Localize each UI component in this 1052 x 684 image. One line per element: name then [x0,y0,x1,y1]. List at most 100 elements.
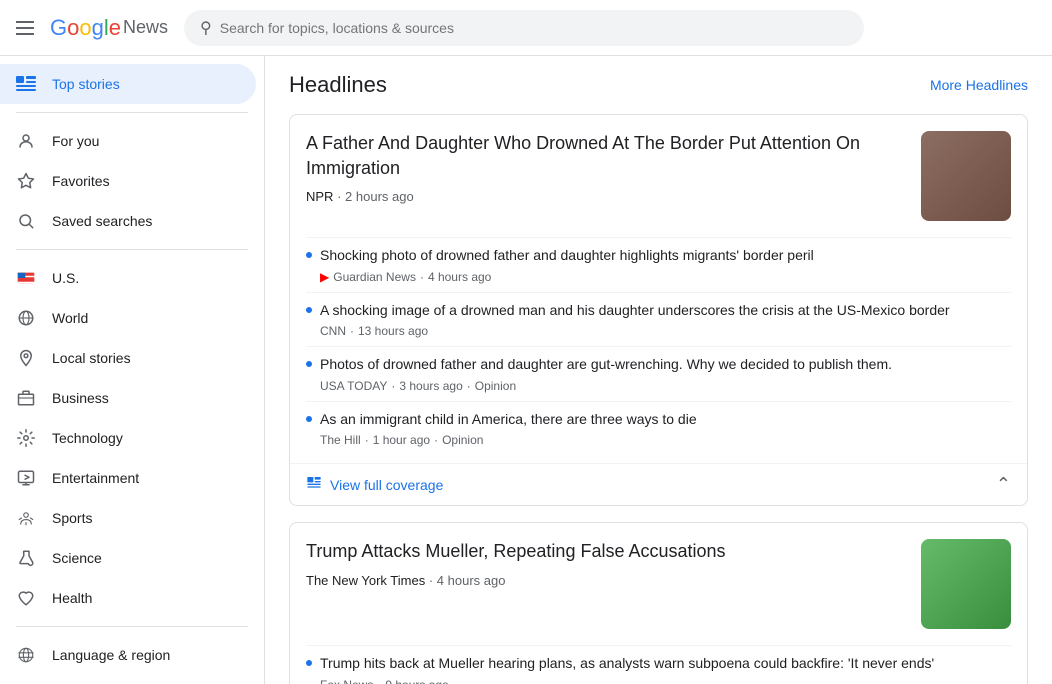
sidebar-language-label: Language & region [52,647,170,663]
menu-icon[interactable] [16,21,34,35]
sub-meta-1-1: CNN · 13 hours ago [320,324,1011,338]
search-input[interactable] [220,20,848,36]
story-meta-2: The New York Times · 4 hours ago [306,573,905,588]
sub-bullet [306,307,312,313]
story-main-2: Trump Attacks Mueller, Repeating False A… [290,523,1027,645]
top-stories-icon [16,74,36,94]
sidebar-item-technology[interactable]: Technology [0,418,256,458]
sidebar-item-health[interactable]: Health [0,578,256,618]
story-time-1: 2 hours ago [345,189,414,204]
entertainment-icon [16,468,36,488]
sub-dot-2: · [434,433,438,447]
sidebar-health-label: Health [52,590,92,606]
headlines-header: Headlines More Headlines [289,72,1028,98]
sidebar-divider-3 [16,626,248,627]
more-headlines-link[interactable]: More Headlines [930,77,1028,93]
sub-meta-1-2: USA TODAY · 3 hours ago · Opinion [320,379,1011,393]
sidebar-local-stories-label: Local stories [52,350,131,366]
sub-title-1-1[interactable]: A shocking image of a drowned man and hi… [320,301,1011,321]
for-you-icon [16,131,36,151]
sidebar-item-favorites[interactable]: Favorites [0,161,256,201]
view-coverage-text-1: View full coverage [330,477,443,493]
sub-articles-2: Trump hits back at Mueller hearing plans… [290,645,1027,684]
favorites-icon [16,171,36,191]
opinion-badge-1-2: Opinion [475,379,516,393]
sub-dot: · [420,270,424,284]
story-time-2: 4 hours ago [437,573,506,588]
sidebar-item-entertainment[interactable]: Entertainment [0,458,256,498]
sidebar-item-local-stories[interactable]: Local stories [0,338,256,378]
sub-article-content-1-0: Shocking photo of drowned father and dau… [320,246,1011,284]
sidebar-sports-label: Sports [52,510,92,526]
sidebar-item-business[interactable]: Business [0,378,256,418]
sidebar-item-sports[interactable]: Sports [0,498,256,538]
sidebar-item-science[interactable]: Science [0,538,256,578]
story-card-1: A Father And Daughter Who Drowned At The… [289,114,1028,506]
business-icon [16,388,36,408]
sidebar-top-stories-label: Top stories [52,76,120,92]
sidebar-world-label: World [52,310,88,326]
sub-source-1-0: Guardian News [333,270,416,284]
sidebar-divider-1 [16,112,248,113]
saved-searches-icon [16,211,36,231]
sidebar-item-world[interactable]: World [0,298,256,338]
story-dot-1: · [337,189,345,204]
headlines-title: Headlines [289,72,387,98]
sub-title-1-0[interactable]: Shocking photo of drowned father and dau… [320,246,1011,266]
sub-source-1-3: The Hill [320,433,361,447]
sidebar-item-language-region[interactable]: Language & region [0,635,256,675]
sub-time-1-3: 1 hour ago [373,433,430,447]
story-content-1: A Father And Daughter Who Drowned At The… [306,131,905,204]
sidebar-saved-searches-label: Saved searches [52,213,152,229]
story-source-2: The New York Times [306,573,425,588]
sidebar-business-label: Business [52,390,109,406]
story-main-1: A Father And Daughter Who Drowned At The… [290,115,1027,237]
youtube-icon: ▶ [320,270,329,284]
health-icon [16,588,36,608]
local-stories-icon [16,348,36,368]
coverage-icon [306,475,322,494]
sub-dot: · [365,433,369,447]
story-title-2[interactable]: Trump Attacks Mueller, Repeating False A… [306,539,905,564]
sub-source-1-1: CNN [320,324,346,338]
sidebar-item-top-stories[interactable]: Top stories [0,64,256,104]
search-bar: ⚲ [184,10,864,46]
google-logo[interactable]: Google News [50,15,168,41]
language-icon [16,645,36,665]
sub-source-1-2: USA TODAY [320,379,387,393]
sub-dot: · [377,678,381,684]
story-title-1[interactable]: A Father And Daughter Who Drowned At The… [306,131,905,181]
sidebar-item-us[interactable]: U.S. [0,258,256,298]
sidebar-favorites-label: Favorites [52,173,110,189]
world-icon [16,308,36,328]
sub-title-1-2[interactable]: Photos of drowned father and daughter ar… [320,355,1011,375]
story-image-2 [921,539,1011,629]
search-icon: ⚲ [200,18,212,38]
view-coverage-bar-1: View full coverage ⌃ [290,463,1027,505]
sidebar-item-for-you[interactable]: For you [0,121,256,161]
sub-dot: · [350,324,354,338]
sub-article-1-1: A shocking image of a drowned man and hi… [306,292,1011,347]
sub-time-2-0: 9 hours ago [385,678,448,684]
sub-articles-1: Shocking photo of drowned father and dau… [290,237,1027,463]
sidebar-item-saved-searches[interactable]: Saved searches [0,201,256,241]
sub-bullet [306,361,312,367]
science-icon [16,548,36,568]
sub-article-1-0: Shocking photo of drowned father and dau… [306,237,1011,292]
sub-title-2-0[interactable]: Trump hits back at Mueller hearing plans… [320,654,1011,674]
sub-time-1-2: 3 hours ago [399,379,462,393]
sub-article-content-1-2: Photos of drowned father and daughter ar… [320,355,1011,393]
sub-article-1-2: Photos of drowned father and daughter ar… [306,346,1011,401]
sub-source-2-0: Fox News [320,678,373,684]
sub-dot-2: · [467,379,471,393]
sub-title-1-3[interactable]: As an immigrant child in America, there … [320,410,1011,430]
sidebar: Top stories For you Favorites Saved sear… [0,56,265,684]
story-image-1 [921,131,1011,221]
sports-icon [16,508,36,528]
view-full-coverage-link-1[interactable]: View full coverage [306,475,443,494]
us-icon [16,268,36,288]
sub-article-1-3: As an immigrant child in America, there … [306,401,1011,456]
sub-time-1-0: 4 hours ago [428,270,491,284]
collapse-icon-1[interactable]: ⌃ [996,474,1011,495]
technology-icon [16,428,36,448]
